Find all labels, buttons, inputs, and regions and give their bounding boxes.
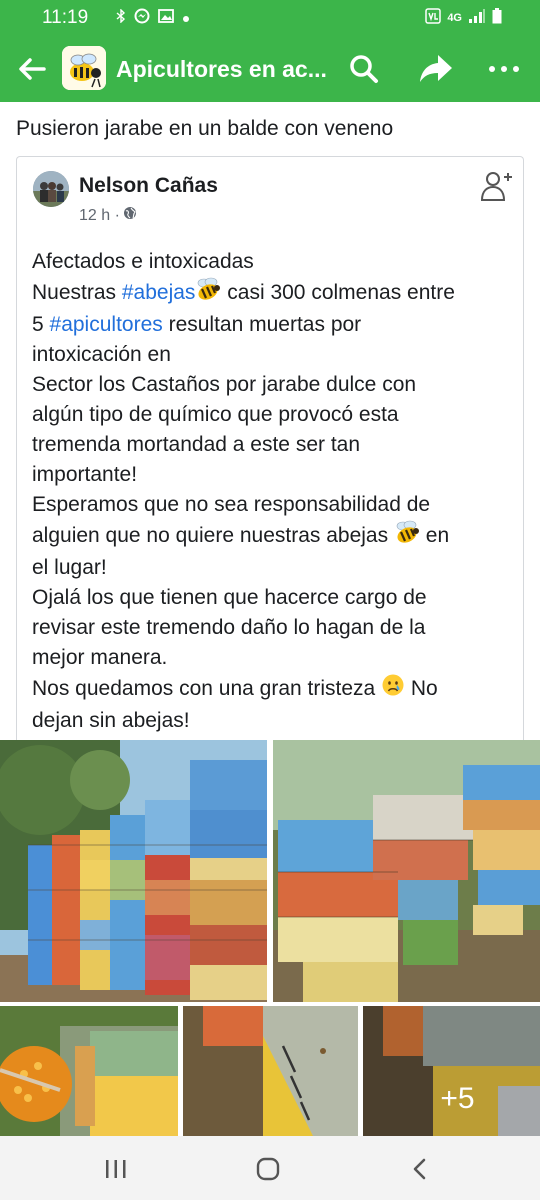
recent-apps-icon[interactable] — [102, 1158, 130, 1180]
more-photos-overlay[interactable]: +5 — [363, 1006, 540, 1136]
post-text-segment: Ojalá los que tienen que hacerce cargo d… — [32, 586, 427, 609]
post-line: Nos quedamos con una gran tristeza No — [32, 673, 512, 706]
post-line: mejor manera. — [32, 643, 512, 673]
post-text-segment: 5 — [32, 313, 50, 336]
more-options-icon[interactable] — [484, 51, 524, 87]
post-photo-1[interactable] — [0, 740, 267, 1002]
back-nav-icon[interactable] — [410, 1156, 430, 1182]
bluetooth-icon — [116, 8, 126, 26]
status-left-icons — [116, 8, 190, 27]
post-text-segment: Esperamos que no sea responsabilidad de — [32, 493, 431, 516]
hashtag-link[interactable]: #apicultores — [50, 313, 163, 336]
post-line: Sector los Castaños por jarabe dulce con — [32, 370, 512, 400]
post-line: importante! — [32, 460, 512, 490]
app-bar: Apicultores en ac... — [0, 36, 540, 102]
post-line: tremenda mortandad a este ser tan — [32, 430, 512, 460]
status-bar: 11:19 4G — [0, 0, 540, 36]
post-text-segment: casi 300 colmenas entre — [221, 281, 455, 305]
avatar[interactable] — [33, 171, 69, 207]
bee-icon — [394, 520, 420, 553]
post-text-segment: intoxicación en — [32, 343, 171, 366]
post-text: Afectados e intoxicadas Nuestras #abejas… — [32, 247, 512, 736]
add-friend-icon[interactable] — [479, 169, 515, 203]
post-line: dejan sin abejas! — [32, 706, 512, 736]
status-right-icons: 4G — [425, 8, 502, 27]
post-text-segment: Afectados e intoxicadas — [32, 250, 254, 273]
messenger-icon — [134, 8, 150, 27]
post-text-segment: Sector los Castaños por jarabe dulce con — [32, 373, 417, 396]
post-text-segment: Nuestras — [32, 281, 122, 305]
post-text-segment: algún tipo de químico que provocó esta — [32, 403, 399, 426]
battery-icon — [492, 8, 502, 27]
post-photo-3[interactable] — [0, 1006, 178, 1136]
post-photo-5[interactable]: +5 — [363, 1006, 540, 1136]
post-meta: 12 h · — [79, 206, 137, 225]
post-photo-2[interactable] — [273, 740, 540, 1002]
post-text-segment: mejor manera. — [32, 646, 168, 669]
signal-icon — [468, 9, 486, 26]
volte-icon — [425, 8, 442, 27]
share-caption: Pusieron jarabe en un balde con veneno — [16, 117, 394, 140]
post-text-segment: Nos quedamos con una gran tristeza — [32, 677, 382, 701]
post-line: alguien que no quiere nuestras abejas en — [32, 520, 512, 553]
post-text-segment: dejan sin abejas! — [32, 709, 190, 732]
post-line: algún tipo de químico que provocó esta — [32, 400, 512, 430]
post-text-segment: importante! — [32, 463, 138, 486]
post-text-segment: el lugar! — [32, 556, 107, 579]
bee-icon — [195, 277, 221, 310]
post-time: 12 h · — [79, 206, 120, 224]
search-icon[interactable] — [346, 51, 382, 87]
post-line: Afectados e intoxicadas — [32, 247, 512, 277]
home-icon[interactable] — [255, 1156, 281, 1182]
shared-post-card[interactable]: Nelson Cañas 12 h · Afectados e intoxica… — [16, 156, 524, 742]
more-photos-count: +5 — [440, 1082, 475, 1115]
group-avatar[interactable] — [62, 46, 106, 90]
4g-icon: 4G — [447, 11, 462, 24]
globe-icon — [123, 206, 137, 225]
share-icon[interactable] — [416, 51, 456, 87]
post-author[interactable]: Nelson Cañas — [79, 174, 218, 198]
post-photo-4[interactable] — [183, 1006, 358, 1136]
post-text-segment: revisar este tremendo daño lo hagan de l… — [32, 616, 426, 639]
status-time: 11:19 — [42, 7, 89, 28]
post-line: 5 #apicultores resultan muertas por — [32, 310, 512, 340]
post-line: revisar este tremendo daño lo hagan de l… — [32, 613, 512, 643]
hashtag-link[interactable]: #abejas — [122, 281, 196, 304]
post-line: el lugar! — [32, 553, 512, 583]
back-arrow-icon[interactable] — [14, 51, 50, 87]
post-text-segment: alguien que no quiere nuestras abejas — [32, 524, 394, 548]
post-line: Nuestras #abejas casi 300 colmenas entre — [32, 277, 512, 310]
post-text-segment: tremenda mortandad a este ser tan — [32, 433, 361, 456]
group-title[interactable]: Apicultores en ac... — [116, 56, 331, 83]
post-text-segment: en — [419, 524, 450, 548]
dot-icon — [182, 10, 190, 26]
post-line: intoxicación en — [32, 340, 512, 370]
gallery-icon — [158, 9, 174, 26]
crying-face-icon — [381, 673, 405, 706]
post-line: Esperamos que no sea responsabilidad de — [32, 490, 512, 520]
post-text-segment: No — [405, 677, 438, 701]
post-text-segment: resultan muertas por — [162, 313, 362, 336]
post-line: Ojalá los que tienen que hacerce cargo d… — [32, 583, 512, 613]
system-nav-bar — [0, 1136, 540, 1200]
